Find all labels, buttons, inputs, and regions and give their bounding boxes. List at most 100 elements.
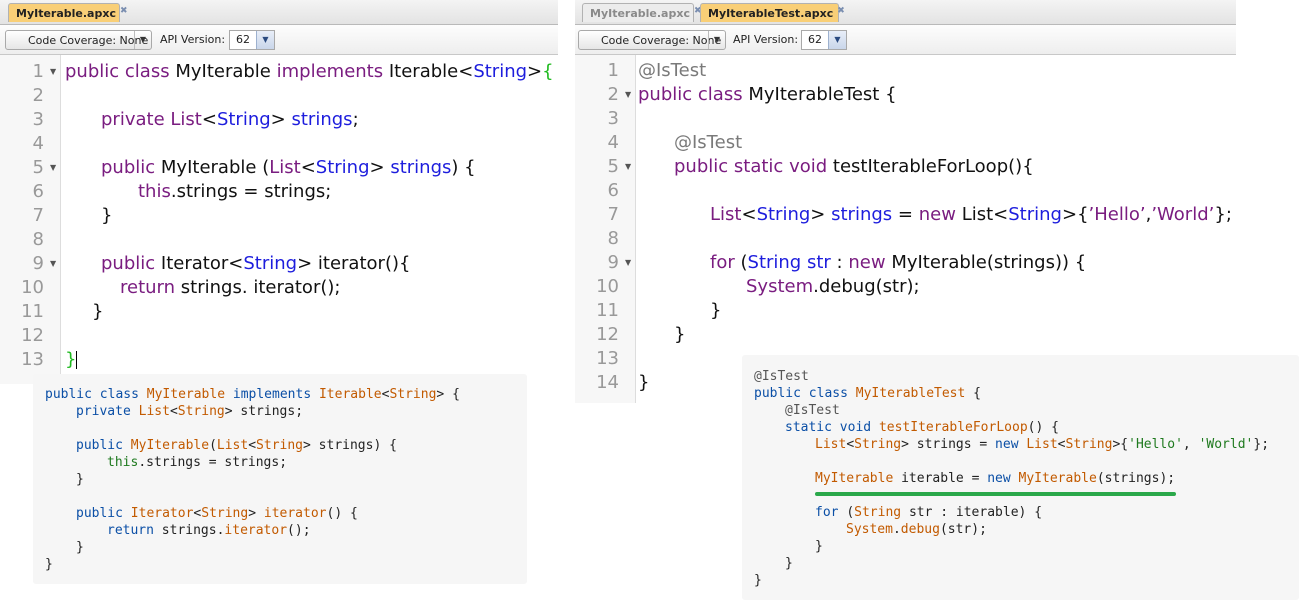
snippet-line: } <box>785 556 793 571</box>
line-number: 1 <box>607 60 619 81</box>
code-line: List<String> strings = new List<String>{… <box>710 204 1232 225</box>
snippet-line: for (String str : iterable) { <box>815 505 1043 520</box>
snippet-line: private List<String> strings; <box>76 404 304 419</box>
line-number: 10 <box>21 277 44 298</box>
line-number: 14 <box>596 372 619 393</box>
api-version-select[interactable]: 62 ▼ <box>801 30 847 50</box>
close-icon[interactable]: ✖ <box>837 4 845 18</box>
line-number: 4 <box>607 132 619 153</box>
fold-arrow-icon[interactable]: ▼ <box>625 83 631 107</box>
code-line: public MyIterable (List<String> strings)… <box>101 157 476 178</box>
line-number: 13 <box>21 349 44 370</box>
right-tab-bar: MyIterable.apxc ✖ MyIterableTest.apxc ✖ <box>575 0 1236 25</box>
tab-label: MyIterable.apxc <box>16 7 116 20</box>
right-code-snippet: @IsTest public class MyIterableTest { @I… <box>742 355 1299 600</box>
code-line: return strings. iterator(); <box>120 277 341 298</box>
fold-arrow-icon[interactable]: ▼ <box>625 251 631 275</box>
line-number-gutter: 1 2 3 4 5 6 7 8 9 10 11 12 13 14 ▼ ▼ ▼ <box>575 55 636 403</box>
fold-arrow-icon[interactable]: ▼ <box>50 252 56 276</box>
code-line: private List<String> strings; <box>101 109 359 130</box>
line-number: 10 <box>596 276 619 297</box>
code-line: } <box>638 372 650 393</box>
snippet-line: return strings.iterator(); <box>107 523 311 538</box>
snippet-line: } <box>815 539 823 554</box>
code-line: for (String str : new MyIterable(strings… <box>710 252 1087 273</box>
snippet-line: MyIterable iterable = new MyIterable(str… <box>815 471 1176 486</box>
right-code-editor[interactable]: 1 2 3 4 5 6 7 8 9 10 11 12 13 14 ▼ ▼ ▼ @… <box>575 55 1236 403</box>
line-number: 13 <box>596 348 619 369</box>
code-coverage-dropdown[interactable]: Code Coverage: None ▼ <box>5 30 152 50</box>
tab-myiterabletest[interactable]: MyIterableTest.apxc ✖ <box>700 3 845 22</box>
snippet-line: this.strings = strings; <box>107 455 288 470</box>
line-number: 7 <box>607 204 619 225</box>
snippet-line: static void testIterableForLoop() { <box>785 420 1059 435</box>
chevron-down-icon[interactable]: ▼ <box>828 31 846 49</box>
snippet-line: } <box>45 557 53 572</box>
api-version-label: API Version: <box>160 33 226 46</box>
snippet-line: public Iterator<String> iterator() { <box>76 506 358 521</box>
code-line: public static void testIterableForLoop()… <box>674 156 1034 177</box>
line-number: 9 <box>32 253 44 274</box>
code-line: } <box>101 205 113 226</box>
line-number: 12 <box>21 325 44 346</box>
snippet-line: public class MyIterableTest { <box>754 386 981 401</box>
snippet-line: } <box>76 472 84 487</box>
code-line: this.strings = strings; <box>138 181 332 202</box>
snippet-line: System.debug(str); <box>846 522 987 537</box>
left-toolbar: Code Coverage: None ▼ API Version: 62 ▼ <box>0 25 558 55</box>
code-line: } <box>65 349 78 370</box>
left-editor-window: MyIterable.apxc ✖ Code Coverage: None ▼ A… <box>0 0 558 384</box>
tab-myiterable[interactable]: MyIterable.apxc ✖ <box>582 3 702 22</box>
text-cursor <box>76 351 78 369</box>
chevron-down-icon[interactable]: ▼ <box>256 31 274 49</box>
highlight-underline <box>815 492 1176 496</box>
fold-arrow-icon[interactable]: ▼ <box>50 156 56 180</box>
code-line: @IsTest <box>638 60 707 81</box>
close-icon[interactable]: ✖ <box>120 4 128 18</box>
snippet-line: public class MyIterable implements Itera… <box>45 387 460 402</box>
code-line: } <box>710 300 722 321</box>
line-number: 3 <box>32 109 44 130</box>
code-coverage-label: Code Coverage: None <box>28 34 149 47</box>
tab-label: MyIterable.apxc <box>590 7 690 20</box>
code-coverage-dropdown[interactable]: Code Coverage: None ▼ <box>578 30 726 50</box>
left-code-editor[interactable]: 1 2 3 4 5 6 7 8 9 10 11 12 13 ▼ ▼ ▼ publ… <box>0 55 558 384</box>
line-number: 5 <box>32 157 44 178</box>
line-number: 8 <box>607 228 619 249</box>
fold-arrow-icon[interactable]: ▼ <box>50 60 56 84</box>
line-number: 5 <box>607 156 619 177</box>
line-number: 4 <box>32 133 44 154</box>
line-number: 11 <box>21 301 44 322</box>
tab-label: MyIterableTest.apxc <box>708 7 834 20</box>
code-line: } <box>674 324 686 345</box>
line-number: 7 <box>32 205 44 226</box>
line-number: 3 <box>607 108 619 129</box>
line-number: 2 <box>607 84 619 105</box>
line-number: 6 <box>32 181 44 202</box>
line-number: 8 <box>32 229 44 250</box>
api-version-label: API Version: <box>733 33 799 46</box>
snippet-line: } <box>76 540 84 555</box>
code-line: public Iterator<String> iterator(){ <box>101 253 411 274</box>
line-number-gutter: 1 2 3 4 5 6 7 8 9 10 11 12 13 ▼ ▼ ▼ <box>0 55 61 384</box>
code-line: public class MyIterableTest { <box>638 84 897 105</box>
left-code-snippet: public class MyIterable implements Itera… <box>33 374 527 584</box>
line-number: 6 <box>607 180 619 201</box>
line-number: 11 <box>596 300 619 321</box>
tab-myiterable[interactable]: MyIterable.apxc ✖ <box>8 3 128 22</box>
line-number: 1 <box>32 61 44 82</box>
snippet-line: List<String> strings = new List<String>{… <box>815 437 1270 452</box>
code-coverage-label: Code Coverage: None <box>601 34 722 47</box>
left-tab-bar: MyIterable.apxc ✖ <box>0 0 558 25</box>
line-number: 2 <box>32 85 44 106</box>
chevron-down-icon: ▼ <box>134 31 151 49</box>
chevron-down-icon: ▼ <box>708 31 725 49</box>
line-number: 9 <box>607 252 619 273</box>
code-line: @IsTest <box>674 132 743 153</box>
api-version-select[interactable]: 62 ▼ <box>229 30 275 50</box>
snippet-line: } <box>754 573 762 588</box>
fold-arrow-icon[interactable]: ▼ <box>625 155 631 179</box>
api-version-value: 62 <box>236 33 250 46</box>
code-line: System.debug(str); <box>746 276 920 297</box>
code-line: public class MyIterable implements Itera… <box>65 61 554 82</box>
